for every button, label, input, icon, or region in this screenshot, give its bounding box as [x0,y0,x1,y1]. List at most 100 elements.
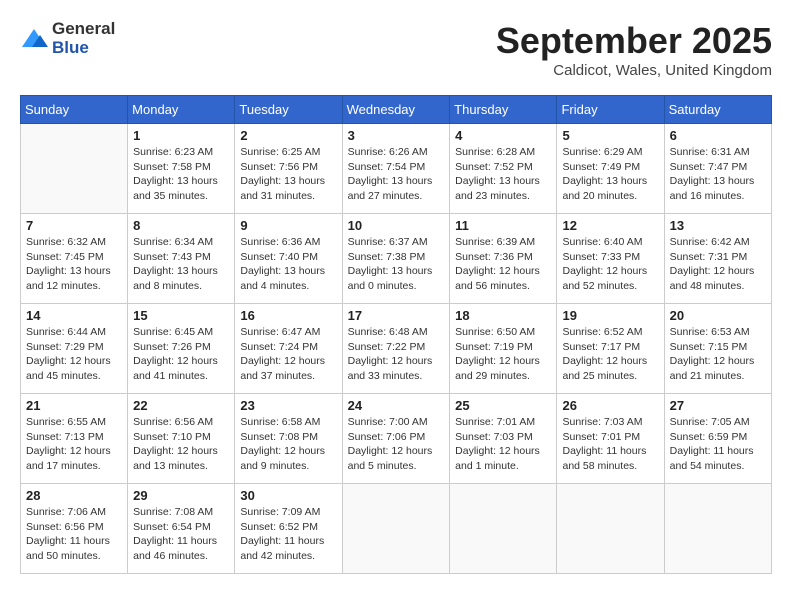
calendar-cell: 13 Sunrise: 6:42 AMSunset: 7:31 PMDayligh… [664,214,771,304]
calendar-cell: 23 Sunrise: 6:58 AMSunset: 7:08 PMDayligh… [235,394,342,484]
calendar-cell: 1 Sunrise: 6:23 AMSunset: 7:58 PMDaylight… [128,124,235,214]
month-title: September 2025 [496,20,772,62]
calendar-header-monday: Monday [128,96,235,124]
calendar-cell [21,124,128,214]
day-info: Sunrise: 6:44 AMSunset: 7:29 PMDaylight:… [26,325,122,384]
day-info: Sunrise: 7:00 AMSunset: 7:06 PMDaylight:… [348,415,445,474]
calendar-cell: 9 Sunrise: 6:36 AMSunset: 7:40 PMDaylight… [235,214,342,304]
calendar-cell: 8 Sunrise: 6:34 AMSunset: 7:43 PMDaylight… [128,214,235,304]
calendar-header-friday: Friday [557,96,664,124]
day-info: Sunrise: 6:48 AMSunset: 7:22 PMDaylight:… [348,325,445,384]
calendar-cell: 4Sunrise: 6:28 AMSunset: 7:52 PMDaylight… [450,124,557,214]
calendar-cell: 29Sunrise: 7:08 AMSunset: 6:54 PMDayligh… [128,484,235,574]
day-info: Sunrise: 6:32 AMSunset: 7:45 PMDaylight:… [26,235,122,294]
day-number: 11 [455,218,551,233]
calendar-cell: 30Sunrise: 7:09 AMSunset: 6:52 PMDayligh… [235,484,342,574]
day-info: Sunrise: 7:08 AMSunset: 6:54 PMDaylight:… [133,505,229,564]
calendar-cell [450,484,557,574]
calendar-cell: 14 Sunrise: 6:44 AMSunset: 7:29 PMDayligh… [21,304,128,394]
day-number: 2 [240,128,336,143]
day-number: 22 [133,398,229,413]
week-row-2: 7Sunrise: 6:32 AMSunset: 7:45 PMDaylight… [21,214,772,304]
logo-blue: Blue [52,39,115,58]
day-info: Sunrise: 6:31 AMSunset: 7:47 PMDaylight:… [670,145,766,204]
calendar-cell: 10 Sunrise: 6:37 AMSunset: 7:38 PMDayligh… [342,214,450,304]
day-number: 20 [670,308,766,323]
calendar-cell: 3Sunrise: 6:26 AMSunset: 7:54 PMDaylight… [342,124,450,214]
logo: General Blue [20,20,115,57]
week-row-5: 28 Sunrise: 7:06 AMSunset: 6:56 PMDayligh… [21,484,772,574]
day-number: 1 [133,128,229,143]
calendar-cell [557,484,664,574]
day-info: Sunrise: 6:25 AMSunset: 7:56 PMDaylight:… [240,145,336,204]
day-info: Sunrise: 6:29 AMSunset: 7:49 PMDaylight:… [562,145,658,204]
logo-text: General Blue [52,20,115,57]
day-info: Sunrise: 7:03 AMSunset: 7:01 PMDaylight:… [562,415,658,474]
calendar-cell: 28 Sunrise: 7:06 AMSunset: 6:56 PMDayligh… [21,484,128,574]
day-info: Sunrise: 6:55 AMSunset: 7:13 PMDaylight:… [26,415,122,474]
day-info: Sunrise: 7:05 AMSunset: 6:59 PMDaylight:… [670,415,766,474]
calendar-cell: 5 Sunrise: 6:29 AMSunset: 7:49 PMDaylight… [557,124,664,214]
calendar-header-wednesday: Wednesday [342,96,450,124]
calendar-cell: 2 Sunrise: 6:25 AMSunset: 7:56 PMDaylight… [235,124,342,214]
day-number: 6 [670,128,766,143]
day-number: 21 [26,398,122,413]
calendar-cell [342,484,450,574]
day-info: Sunrise: 6:23 AMSunset: 7:58 PMDaylight:… [133,145,229,204]
day-info: Sunrise: 7:01 AMSunset: 7:03 PMDaylight:… [455,415,551,474]
calendar-header-saturday: Saturday [664,96,771,124]
day-info: Sunrise: 6:39 AMSunset: 7:36 PMDaylight:… [455,235,551,294]
week-row-1: 1 Sunrise: 6:23 AMSunset: 7:58 PMDaylight… [21,124,772,214]
day-info: Sunrise: 6:42 AMSunset: 7:31 PMDaylight:… [670,235,766,294]
day-number: 23 [240,398,336,413]
day-number: 28 [26,488,122,503]
day-number: 26 [562,398,658,413]
week-row-3: 14 Sunrise: 6:44 AMSunset: 7:29 PMDayligh… [21,304,772,394]
calendar-cell: 24 Sunrise: 7:00 AMSunset: 7:06 PMDayligh… [342,394,450,484]
day-number: 9 [240,218,336,233]
day-number: 5 [562,128,658,143]
day-info: Sunrise: 6:36 AMSunset: 7:40 PMDaylight:… [240,235,336,294]
day-number: 12 [562,218,658,233]
day-info: Sunrise: 6:47 AMSunset: 7:24 PMDaylight:… [240,325,336,384]
day-number: 16 [240,308,336,323]
calendar-table: SundayMondayTuesdayWednesdayThursdayFrid… [20,95,772,574]
calendar-cell: 22Sunrise: 6:56 AMSunset: 7:10 PMDayligh… [128,394,235,484]
calendar-cell: 16 Sunrise: 6:47 AMSunset: 7:24 PMDayligh… [235,304,342,394]
calendar-cell: 26 Sunrise: 7:03 AMSunset: 7:01 PMDayligh… [557,394,664,484]
calendar-cell: 21 Sunrise: 6:55 AMSunset: 7:13 PMDayligh… [21,394,128,484]
day-number: 13 [670,218,766,233]
day-info: Sunrise: 7:06 AMSunset: 6:56 PMDaylight:… [26,505,122,564]
calendar-cell: 12 Sunrise: 6:40 AMSunset: 7:33 PMDayligh… [557,214,664,304]
title-block: September 2025 Caldicot, Wales, United K… [496,20,772,79]
day-info: Sunrise: 6:50 AMSunset: 7:19 PMDaylight:… [455,325,551,384]
calendar-cell: 15Sunrise: 6:45 AMSunset: 7:26 PMDayligh… [128,304,235,394]
day-info: Sunrise: 6:45 AMSunset: 7:26 PMDaylight:… [133,325,229,384]
day-number: 14 [26,308,122,323]
day-info: Sunrise: 6:34 AMSunset: 7:43 PMDaylight:… [133,235,229,294]
day-number: 19 [562,308,658,323]
calendar-header-tuesday: Tuesday [235,96,342,124]
day-number: 24 [348,398,445,413]
day-info: Sunrise: 6:28 AMSunset: 7:52 PMDaylight:… [455,145,551,204]
day-number: 17 [348,308,445,323]
day-info: Sunrise: 6:58 AMSunset: 7:08 PMDaylight:… [240,415,336,474]
calendar-cell: 19Sunrise: 6:52 AMSunset: 7:17 PMDayligh… [557,304,664,394]
calendar-cell: 20Sunrise: 6:53 AMSunset: 7:15 PMDayligh… [664,304,771,394]
calendar-cell: 27 Sunrise: 7:05 AMSunset: 6:59 PMDayligh… [664,394,771,484]
day-number: 8 [133,218,229,233]
calendar-cell: 7Sunrise: 6:32 AMSunset: 7:45 PMDaylight… [21,214,128,304]
day-number: 10 [348,218,445,233]
calendar-header-sunday: Sunday [21,96,128,124]
calendar-cell: 6 Sunrise: 6:31 AMSunset: 7:47 PMDaylight… [664,124,771,214]
logo-general: General [52,20,115,39]
calendar-cell: 25 Sunrise: 7:01 AMSunset: 7:03 PMDayligh… [450,394,557,484]
day-number: 25 [455,398,551,413]
location: Caldicot, Wales, United Kingdom [496,62,772,79]
page-header: General Blue September 2025 Caldicot, Wa… [20,20,772,79]
calendar-cell: 18Sunrise: 6:50 AMSunset: 7:19 PMDayligh… [450,304,557,394]
day-info: Sunrise: 6:37 AMSunset: 7:38 PMDaylight:… [348,235,445,294]
week-row-4: 21 Sunrise: 6:55 AMSunset: 7:13 PMDayligh… [21,394,772,484]
day-number: 27 [670,398,766,413]
day-info: Sunrise: 6:40 AMSunset: 7:33 PMDaylight:… [562,235,658,294]
